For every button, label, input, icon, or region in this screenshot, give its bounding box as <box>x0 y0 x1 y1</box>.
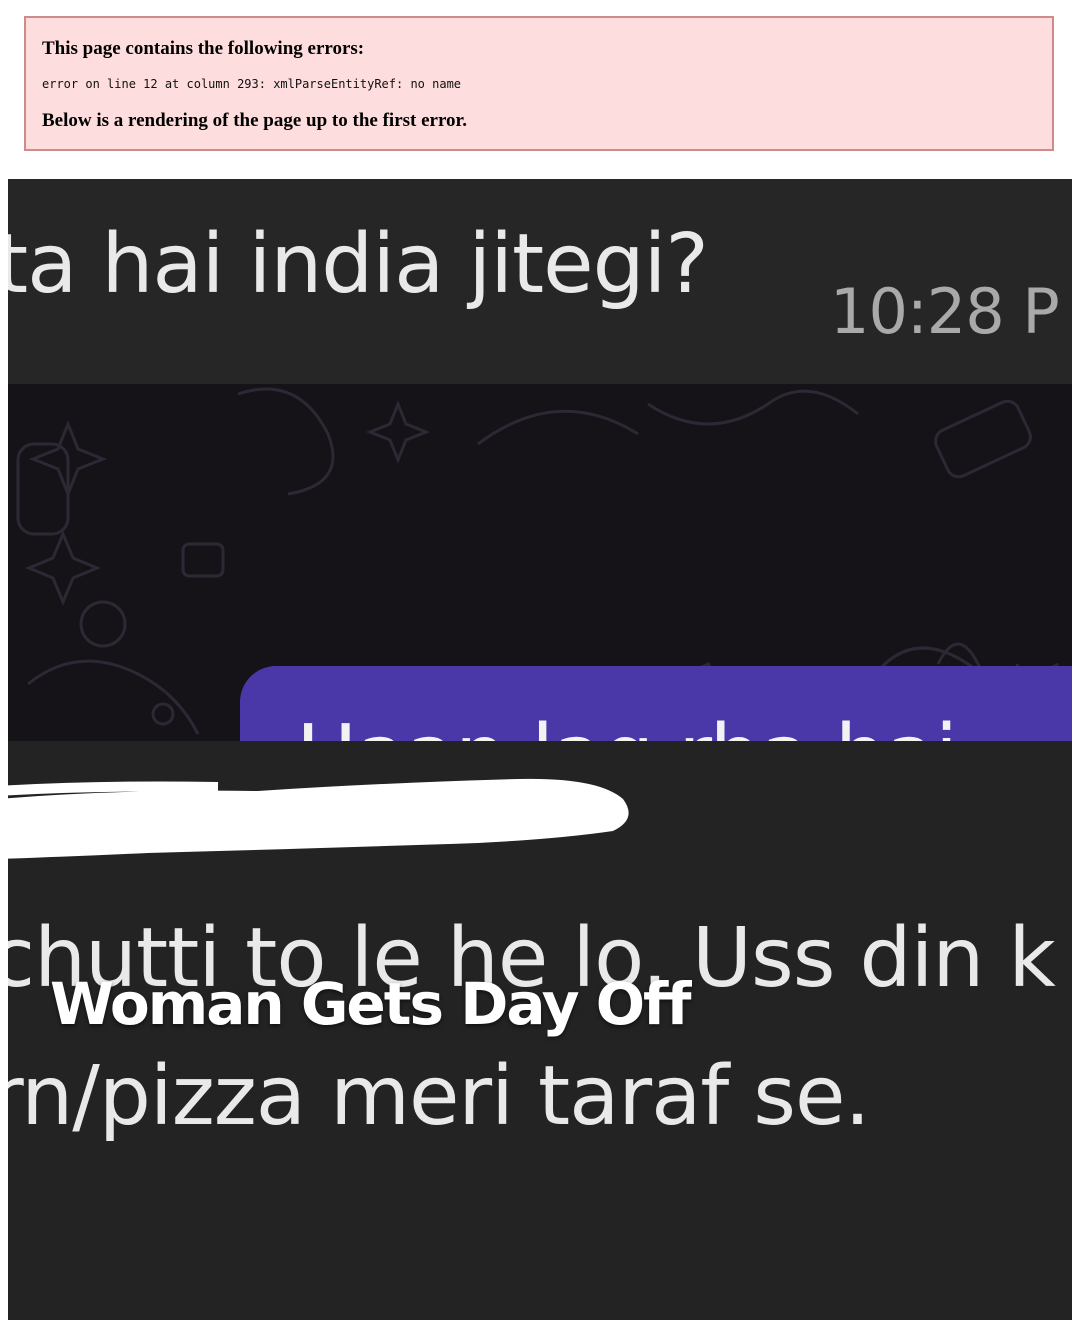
hero-image: Haan lag rha hai ta hai india jitegi? 10… <box>8 179 1072 1320</box>
received-message-line-2: rn/pizza meri taraf se. <box>8 1049 871 1144</box>
received-message-question: ta hai india jitegi? <box>8 217 709 312</box>
xml-parse-error-box: This page contains the following errors:… <box>24 16 1054 151</box>
message-timestamp: 10:28 P <box>830 275 1060 348</box>
redaction-scribble <box>8 778 629 859</box>
article-title: Woman Gets Day Off <box>50 970 691 1038</box>
error-footer: Below is a rendering of the page up to t… <box>42 110 467 131</box>
error-heading: This page contains the following errors: <box>42 38 365 59</box>
chat-wallpaper: Haan lag rha hai <box>8 384 1072 872</box>
error-detail: error on line 12 at column 293: xmlParse… <box>42 77 462 91</box>
